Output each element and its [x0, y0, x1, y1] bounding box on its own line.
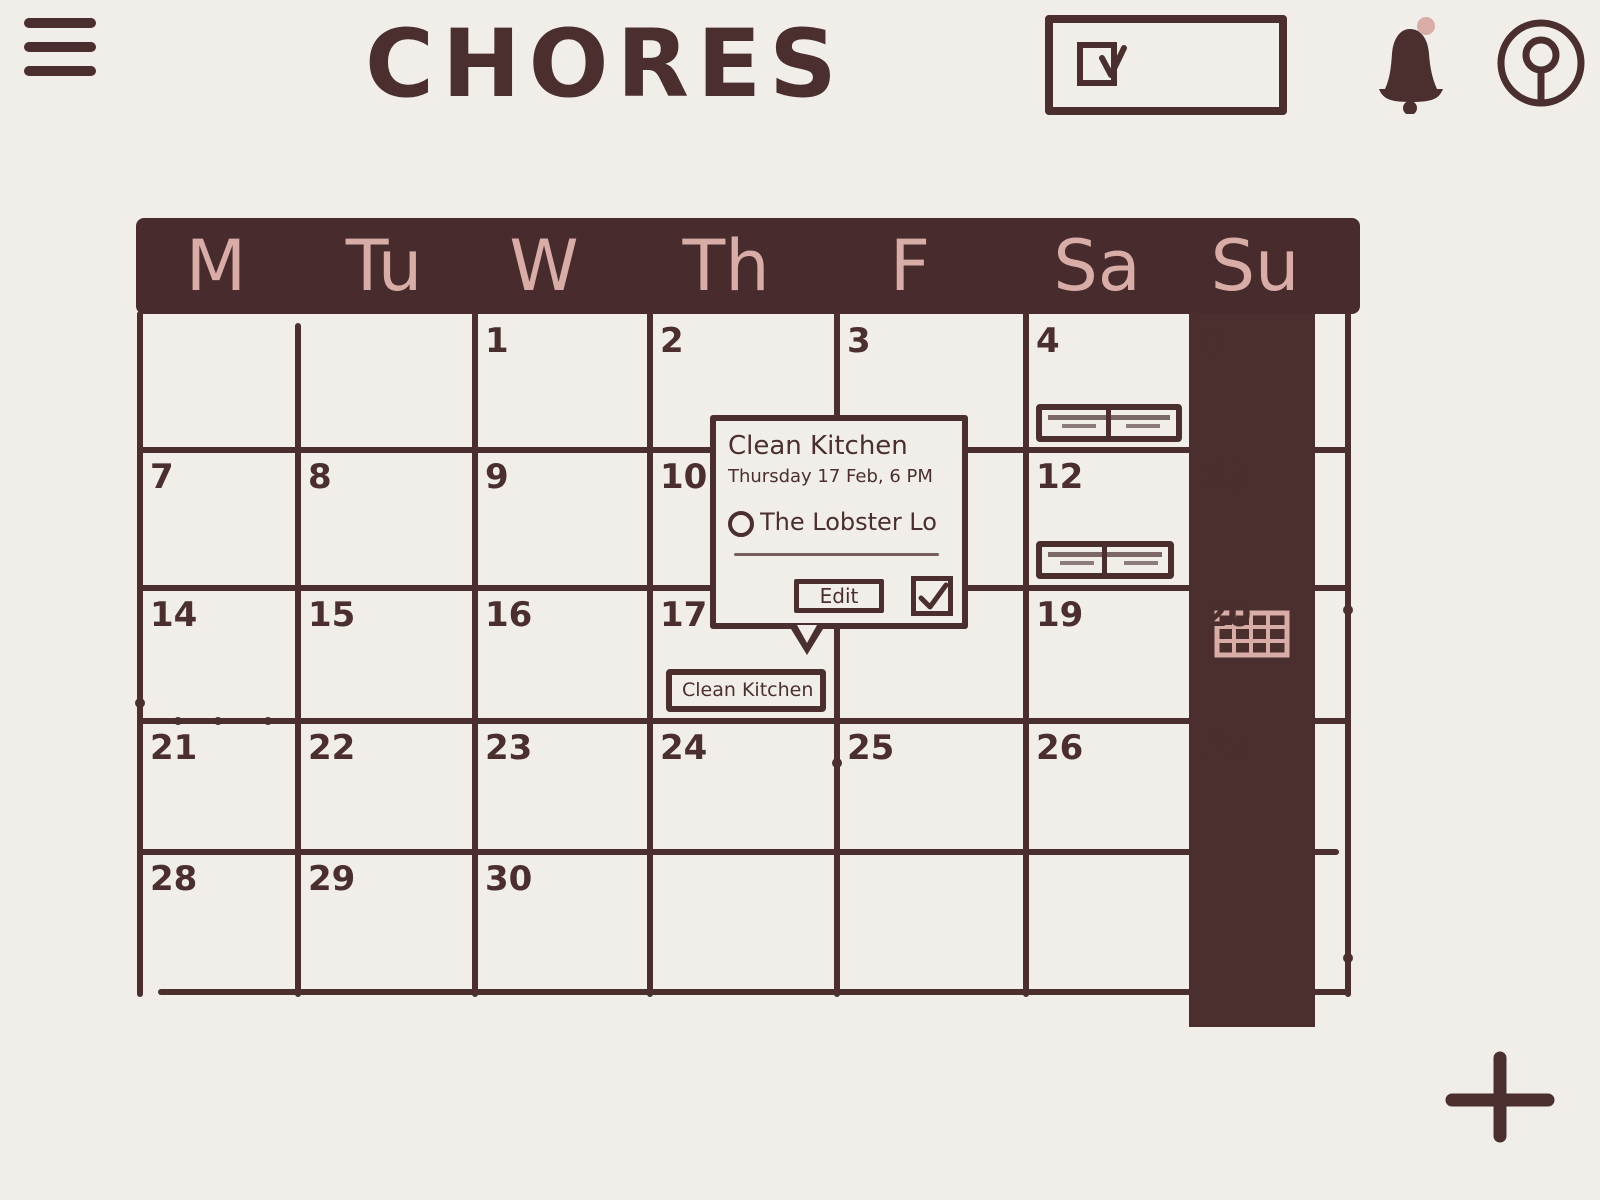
chores-calendar-screen: CHORES M Tu W Th F Sa Su 1 2 3 4 5 7 8 9…	[0, 0, 1600, 1200]
date-number: 25	[847, 728, 895, 768]
event-block-squiggle	[1060, 561, 1094, 565]
date-number: 12	[1036, 457, 1084, 497]
calendar-date-cell[interactable]	[650, 852, 837, 992]
calendar-date-cell[interactable]: 27	[1194, 721, 1348, 852]
calendar-date-cell[interactable]: 22	[298, 721, 475, 852]
chore-event-block[interactable]	[1036, 404, 1182, 442]
chore-popover: Clean Kitchen Thursday 17 Feb, 6 PM The …	[710, 415, 968, 655]
notification-dot	[1417, 17, 1435, 35]
date-number: 13	[1204, 457, 1252, 497]
date-number: 10	[660, 457, 708, 497]
chore-event-block[interactable]	[1036, 541, 1174, 579]
date-number: 22	[308, 728, 356, 768]
complete-checkbox[interactable]	[911, 576, 953, 616]
chore-event-chip[interactable]: Clean Kitchen	[666, 669, 826, 712]
page-title: CHORES	[365, 10, 845, 119]
calendar-date-cell[interactable]: 13	[1194, 450, 1348, 588]
list-view-button[interactable]	[1053, 23, 1153, 107]
date-number: 21	[150, 728, 198, 768]
view-toggle[interactable]	[1045, 15, 1315, 1027]
calendar-date-cell[interactable]	[1026, 852, 1194, 992]
calendar-date-cell[interactable]	[140, 314, 298, 450]
weekday-label: Tu	[345, 225, 423, 307]
date-number: 2	[660, 321, 684, 361]
hamburger-menu-icon[interactable]	[22, 18, 100, 90]
date-number: 9	[485, 457, 509, 497]
weekday-label: Th	[682, 225, 770, 307]
calendar-date-cell[interactable]: 28	[140, 852, 298, 992]
weekday-label: W	[509, 225, 579, 307]
calendar-date-cell[interactable]: 30	[475, 852, 650, 992]
calendar-date-cell[interactable]: 5	[1194, 314, 1348, 450]
event-block-divider	[1102, 547, 1107, 573]
menu-line	[24, 66, 96, 76]
event-block-squiggle	[1062, 424, 1096, 428]
date-number: 17	[660, 595, 708, 635]
calendar-date-cell[interactable]	[1194, 852, 1348, 992]
calendar-date-cell[interactable]: 7	[140, 450, 298, 588]
calendar-date-cell[interactable]: 21	[140, 721, 298, 852]
weekday-header: M Tu W Th F Sa Su	[136, 218, 1360, 314]
event-block-squiggle	[1124, 561, 1158, 565]
calendar-date-cell[interactable]	[298, 314, 475, 450]
weekday-label: Sa	[1053, 225, 1141, 307]
popover-title: Clean Kitchen	[728, 431, 908, 461]
date-number: 30	[485, 859, 533, 899]
date-number: 5	[1204, 321, 1228, 361]
weekday-label: F	[889, 225, 931, 307]
calendar-date-cell[interactable]: 19	[1026, 588, 1194, 721]
date-number: 8	[308, 457, 332, 497]
plus-icon	[1445, 1051, 1555, 1143]
calendar-date-cell[interactable]: 25	[837, 721, 1026, 852]
menu-line	[24, 42, 96, 52]
popover-location: The Lobster Lo	[760, 508, 937, 536]
calendar-date-cell[interactable]: 16	[475, 588, 650, 721]
bell-icon	[1379, 17, 1443, 115]
date-number: 20	[1204, 595, 1252, 635]
popover-divider	[734, 553, 939, 556]
calendar-date-cell[interactable]: 1	[475, 314, 650, 450]
list-view-icon	[1077, 42, 1127, 86]
date-number: 24	[660, 728, 708, 768]
profile-button[interactable]	[1493, 15, 1589, 111]
weekday-label: M	[185, 225, 247, 307]
event-block-squiggle	[1126, 424, 1160, 428]
edit-button[interactable]: Edit	[794, 579, 884, 613]
date-number: 15	[308, 595, 356, 635]
date-number: 26	[1036, 728, 1084, 768]
date-number: 3	[847, 321, 871, 361]
calendar-date-cell[interactable]: 24	[650, 721, 837, 852]
date-number: 28	[150, 859, 198, 899]
event-block-divider	[1106, 410, 1111, 436]
notifications-button[interactable]	[1363, 16, 1453, 115]
date-number: 14	[150, 595, 198, 635]
calendar-date-cell[interactable]: 29	[298, 852, 475, 992]
calendar-date-cell[interactable]: 14	[140, 588, 298, 721]
location-radio-icon[interactable]	[728, 511, 754, 537]
calendar-date-cell[interactable]: 8	[298, 450, 475, 588]
menu-line	[24, 18, 96, 28]
checkbox-checked-icon	[918, 582, 949, 610]
calendar-date-cell[interactable]: 23	[475, 721, 650, 852]
avatar-icon	[1497, 19, 1585, 107]
calendar-date-cell[interactable]: 20	[1194, 588, 1348, 721]
add-chore-button[interactable]	[1440, 1048, 1560, 1148]
weekday-label: Su	[1210, 225, 1300, 307]
date-number: 19	[1036, 595, 1084, 635]
date-number: 4	[1036, 321, 1060, 361]
calendar-date-cell[interactable]: 9	[475, 450, 650, 588]
date-number: 27	[1204, 728, 1252, 768]
calendar-date-cell[interactable]: 26	[1026, 721, 1194, 852]
calendar-date-cell[interactable]: 15	[298, 588, 475, 721]
popover-datetime: Thursday 17 Feb, 6 PM	[728, 466, 933, 487]
date-number: 7	[150, 457, 174, 497]
date-number: 29	[308, 859, 356, 899]
date-number: 23	[485, 728, 533, 768]
date-number: 16	[485, 595, 533, 635]
calendar-date-cell[interactable]	[837, 852, 1026, 992]
popover-tail-inner	[797, 625, 817, 643]
date-number: 1	[485, 321, 509, 361]
